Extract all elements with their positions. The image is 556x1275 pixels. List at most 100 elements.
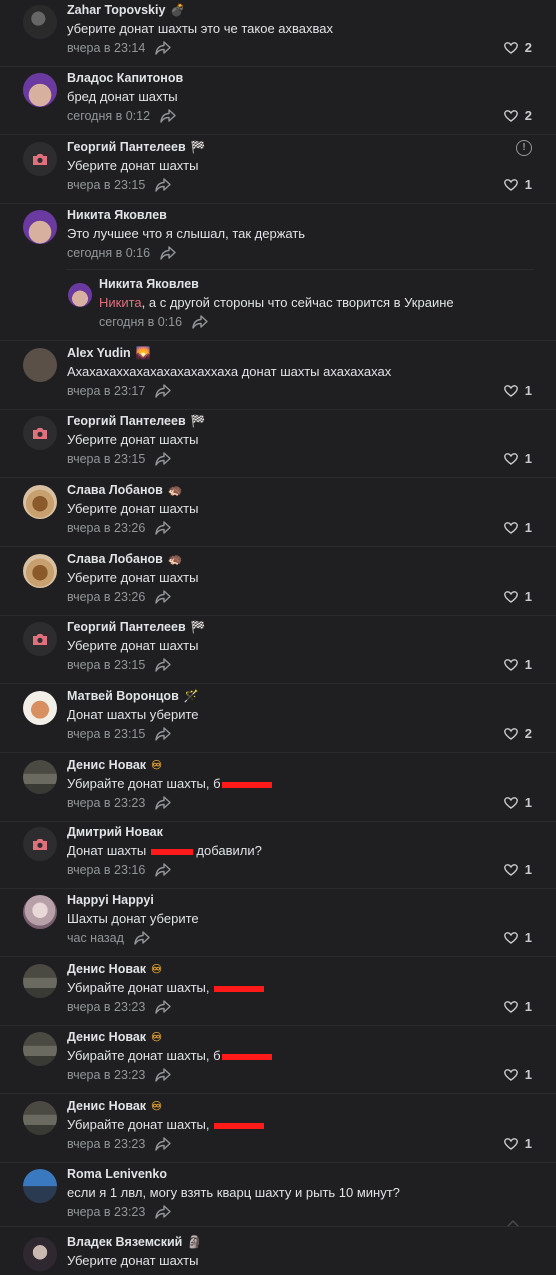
avatar[interactable]: [23, 142, 57, 176]
comment-author[interactable]: Денис Новак ♾: [67, 1030, 162, 1044]
reply-comment: Никита Яковлев Никита, а с другой сторон…: [0, 277, 556, 337]
comment-author[interactable]: Zahar Topovskiy 💣: [67, 3, 185, 17]
like-button[interactable]: 2: [503, 40, 532, 55]
like-button[interactable]: 2: [503, 726, 532, 741]
share-icon[interactable]: [155, 796, 172, 810]
comment-author[interactable]: Владек Вяземский 🗿: [67, 1235, 202, 1249]
like-button[interactable]: 1: [503, 795, 532, 810]
comment-time[interactable]: сегодня в 0:16: [67, 246, 150, 260]
comment-author[interactable]: Георгий Пантелеев 🏁: [67, 620, 206, 634]
mention-link[interactable]: Никита: [99, 295, 142, 310]
comment-time[interactable]: вчера в 23:23: [67, 1205, 145, 1219]
avatar[interactable]: [23, 760, 57, 794]
redaction-mark: [214, 985, 265, 992]
avatar[interactable]: [23, 964, 57, 998]
heart-icon: [503, 931, 518, 944]
comment-author[interactable]: Георгий Пантелеев 🏁: [67, 140, 206, 154]
comment-time[interactable]: вчера в 23:14: [67, 41, 145, 55]
comment-author[interactable]: Слава Лобанов 🦔: [67, 483, 183, 497]
like-button[interactable]: 2: [503, 108, 532, 123]
share-icon[interactable]: [155, 452, 172, 466]
avatar[interactable]: [23, 348, 57, 382]
like-button[interactable]: 1: [503, 177, 532, 192]
share-icon[interactable]: [160, 246, 176, 260]
share-icon[interactable]: [160, 109, 176, 123]
avatar[interactable]: [23, 1101, 57, 1135]
comment-author[interactable]: Денис Новак ♾: [67, 758, 162, 772]
comment-time[interactable]: вчера в 23:23: [67, 1137, 145, 1151]
share-icon[interactable]: [155, 384, 172, 398]
comment-time[interactable]: вчера в 23:15: [67, 658, 145, 672]
avatar[interactable]: [23, 1169, 57, 1203]
comment-time[interactable]: вчера в 23:17: [67, 384, 145, 398]
comment-time[interactable]: вчера в 23:23: [67, 1000, 145, 1014]
comment-author[interactable]: Дмитрий Новак: [67, 825, 163, 839]
like-button[interactable]: 1: [503, 930, 532, 945]
avatar[interactable]: [23, 416, 57, 450]
comment-author[interactable]: Матвей Воронцов 🪄: [67, 689, 199, 703]
share-icon[interactable]: [155, 590, 172, 604]
avatar[interactable]: [23, 1032, 57, 1066]
like-button[interactable]: 1: [503, 589, 532, 604]
avatar[interactable]: [23, 622, 57, 656]
comment-author[interactable]: Слава Лобанов 🦔: [67, 552, 183, 566]
share-icon[interactable]: [155, 727, 172, 741]
comment-time[interactable]: вчера в 23:26: [67, 590, 145, 604]
share-icon[interactable]: [155, 41, 172, 55]
avatar[interactable]: [23, 554, 57, 588]
comment-meta: вчера в 23:15: [67, 727, 172, 741]
like-button[interactable]: 1: [503, 862, 532, 877]
comment-time[interactable]: вчера в 23:26: [67, 521, 145, 535]
comment-author[interactable]: Alex Yudin 🌄: [67, 346, 151, 360]
comment-time[interactable]: вчера в 23:15: [67, 178, 145, 192]
report-icon[interactable]: !: [516, 140, 532, 156]
like-button[interactable]: 1: [503, 1067, 532, 1082]
comment-time[interactable]: сегодня в 0:16: [99, 315, 182, 329]
comment-time[interactable]: час назад: [67, 931, 124, 945]
share-icon[interactable]: [155, 1068, 172, 1082]
comment-author[interactable]: Никита Яковлев: [99, 277, 199, 291]
avatar[interactable]: [23, 485, 57, 519]
comment-time[interactable]: вчера в 23:15: [67, 452, 145, 466]
like-button[interactable]: 1: [503, 999, 532, 1014]
comment: Георгий Пантелеев 🏁 Уберите донат шахты в…: [0, 620, 556, 684]
share-icon[interactable]: [155, 1137, 172, 1151]
chevron-up-icon[interactable]: [506, 1216, 520, 1230]
comment-time[interactable]: сегодня в 0:12: [67, 109, 150, 123]
comment-author[interactable]: Денис Новак ♾: [67, 1099, 162, 1113]
comment-time[interactable]: вчера в 23:15: [67, 727, 145, 741]
like-count: 1: [524, 999, 532, 1014]
comment-time[interactable]: вчера в 23:16: [67, 863, 145, 877]
share-icon[interactable]: [155, 1000, 172, 1014]
avatar[interactable]: [23, 210, 57, 244]
comment-author[interactable]: Никита Яковлев: [67, 208, 167, 222]
share-icon[interactable]: [155, 658, 172, 672]
comment-time[interactable]: вчера в 23:23: [67, 796, 145, 810]
avatar[interactable]: [23, 827, 57, 861]
like-button[interactable]: 1: [503, 657, 532, 672]
avatar[interactable]: [23, 73, 57, 107]
share-icon[interactable]: [155, 178, 172, 192]
share-icon[interactable]: [155, 521, 172, 535]
comment-author[interactable]: Владос Капитонов: [67, 71, 183, 85]
comment-author[interactable]: Roma Lenivenko: [67, 1167, 167, 1181]
like-button[interactable]: 1: [503, 1136, 532, 1151]
comment-author[interactable]: Happyi Happyi: [67, 893, 154, 907]
avatar[interactable]: [23, 5, 57, 39]
like-count: 2: [524, 726, 532, 741]
share-icon[interactable]: [155, 863, 172, 877]
comment-time[interactable]: вчера в 23:23: [67, 1068, 145, 1082]
avatar[interactable]: [23, 895, 57, 929]
share-icon[interactable]: [155, 1205, 172, 1219]
avatar[interactable]: [68, 283, 92, 307]
share-icon[interactable]: [134, 931, 150, 945]
comment-author[interactable]: Денис Новак ♾: [67, 962, 162, 976]
like-button[interactable]: 1: [503, 451, 532, 466]
author-badge: ♾: [151, 962, 162, 976]
avatar[interactable]: [23, 691, 57, 725]
comment-author[interactable]: Георгий Пантелеев 🏁: [67, 414, 206, 428]
like-button[interactable]: 1: [503, 520, 532, 535]
share-icon[interactable]: [192, 315, 208, 329]
comment: Roma Lenivenko если я 1 лвл, могу взять …: [0, 1167, 556, 1227]
like-button[interactable]: 1: [503, 383, 532, 398]
